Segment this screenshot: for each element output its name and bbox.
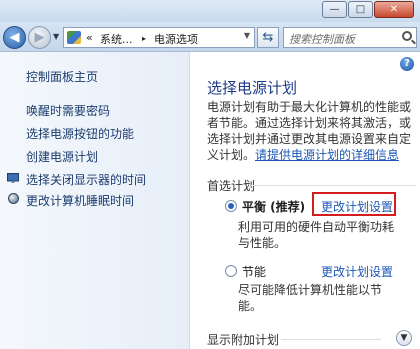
highlight-box [312,192,396,216]
section-divider [251,185,416,186]
preferred-plans-label: 首选计划 [207,179,256,193]
show-additional-plans-label[interactable]: 显示附加计划 [207,331,279,348]
description-line: 者节能。通过选择计划来将其激活，或 [207,116,412,130]
plan-description-line: 与性能。 [238,236,287,250]
breadcrumb-overflow[interactable]: « [86,31,93,44]
page-description: 电源计划有助于最大化计算机的性能或 者节能。通过选择计划来将其激活，或 选择计划… [207,99,417,163]
forward-arrow-icon: ▶ [34,30,45,45]
back-button[interactable]: ◀ [3,26,26,49]
main-content: ? 选择电源计划 电源计划有助于最大化计算机的性能或 者节能。通过选择计划来将其… [191,52,420,349]
breadcrumb-power-options[interactable]: 电源选项 [154,31,198,47]
help-icon[interactable]: ? [400,57,414,71]
section-divider [281,339,381,340]
forward-button[interactable]: ▶ [28,26,51,49]
power-saver-change-settings-link[interactable]: 更改计划设置 [321,263,393,280]
plan-description-line: 利用可用的硬件自动平衡功耗 [238,220,395,234]
balanced-plan-radio[interactable] [225,200,237,212]
back-arrow-icon: ◀ [9,30,20,45]
breadcrumb-separator-icon[interactable]: ▸ [142,34,146,43]
refresh-icon: ⇆ [262,30,274,45]
sidebar-item-power-button[interactable]: 选择电源按钮的功能 [26,125,134,142]
minimize-button[interactable]: — [322,1,347,18]
plan-description-line: 尽可能降低计算机性能以节 [238,283,383,297]
maximize-button[interactable]: □ [348,1,373,18]
search-input[interactable]: 搜索控制面板 [283,27,417,48]
close-icon: ✕ [389,4,399,15]
balanced-plan-description: 利用可用的硬件自动平衡功耗 与性能。 [238,219,413,251]
control-panel-icon [67,31,81,44]
plan-details-link[interactable]: 请提供电源计划的详细信息 [255,148,399,162]
sidebar-item-create-plan[interactable]: 创建电源计划 [26,148,98,165]
control-panel-home-link[interactable]: 控制面板主页 [26,68,98,85]
power-saver-plan-description: 尽可能降低计算机性能以节 能。 [238,282,413,314]
breadcrumb-system[interactable]: 系统... [100,31,133,47]
description-line: 选择计划并通过更改其电源设置来自定 [207,132,412,146]
maximize-icon: □ [355,4,366,15]
address-bar[interactable]: « 系统... ▸ 电源选项 ▼ [63,27,255,48]
balanced-plan-name[interactable]: 平衡 (推荐) [242,198,305,215]
title-bar: — □ ✕ [0,0,420,22]
sidebar-item-sleep-time[interactable]: 更改计算机睡眠时间 [26,192,134,209]
expand-chevron-icon[interactable]: ▼ [396,330,412,346]
search-placeholder: 搜索控制面板 [289,33,355,46]
description-line: 义计划。 [207,148,256,162]
power-saver-plan-radio[interactable] [225,265,237,277]
address-dropdown-icon[interactable]: ▼ [244,31,250,40]
plan-description-line: 能。 [238,299,263,313]
recent-pages-dropdown-icon[interactable]: ▼ [53,32,59,41]
sidebar-item-display-off[interactable]: 选择关闭显示器的时间 [26,171,146,188]
sleep-moon-icon [8,193,19,204]
minimize-icon: — [329,4,340,15]
search-icon[interactable] [402,31,412,41]
navigation-bar: ◀ ▶ ▼ « 系统... ▸ 电源选项 ▼ ⇆ 搜索控制面板 [0,22,420,52]
description-line: 电源计划有助于最大化计算机的性能或 [207,100,412,114]
close-button[interactable]: ✕ [374,1,414,18]
window-controls: — □ ✕ [321,1,414,18]
refresh-button[interactable]: ⇆ [257,27,279,48]
task-pane: 控制面板主页 唤醒时需要密码 选择电源按钮的功能 创建电源计划 选择关闭显示器的… [0,52,190,349]
monitor-icon [7,173,19,183]
power-saver-plan-name[interactable]: 节能 [242,263,266,280]
page-title: 选择电源计划 [207,79,298,97]
sidebar-item-wake-password[interactable]: 唤醒时需要密码 [26,102,110,119]
